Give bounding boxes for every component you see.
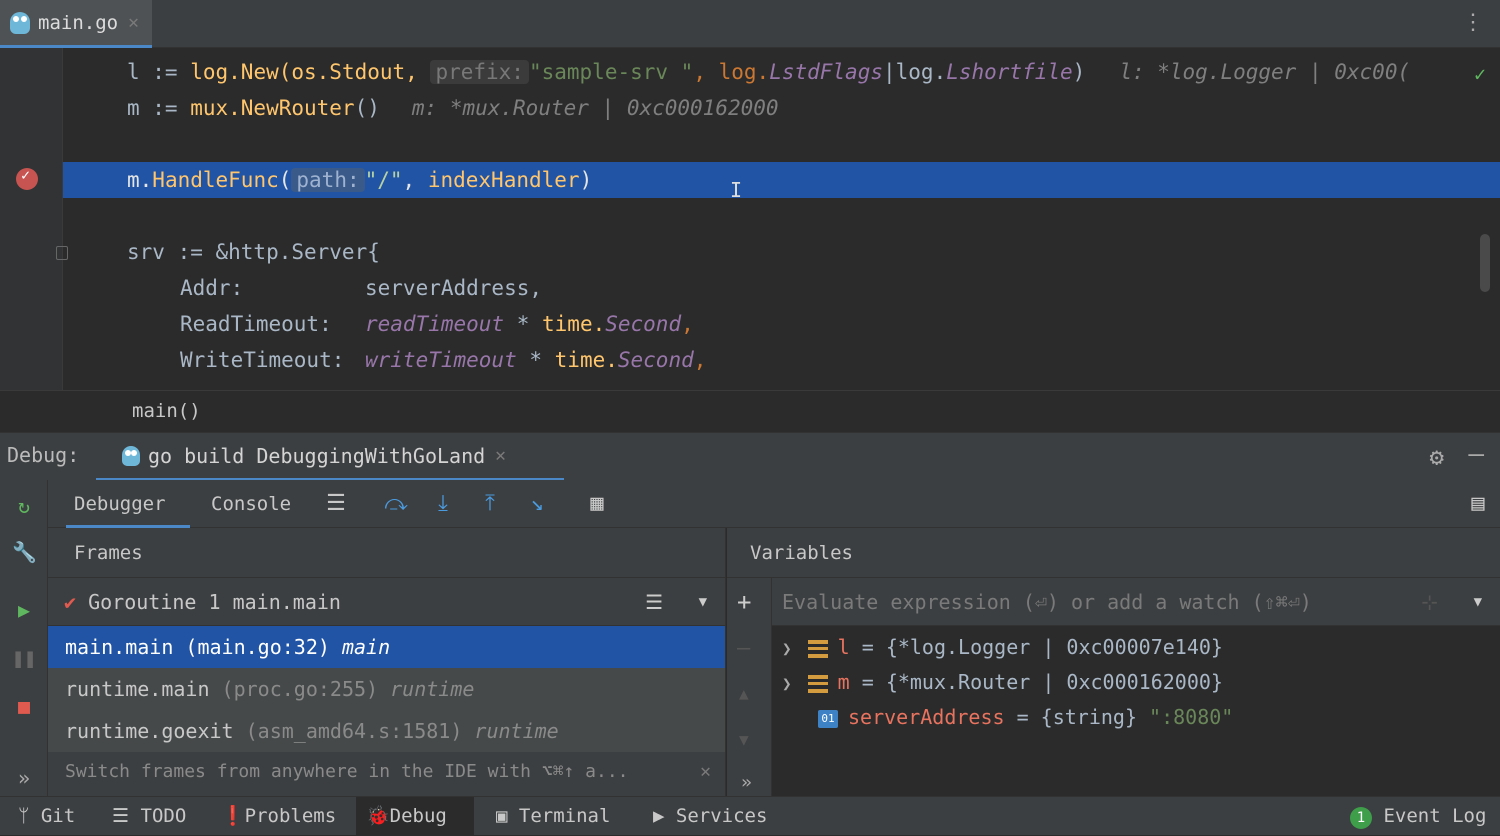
debug-toolwindow-header: Debug: go build DebuggingWithGoLand ✕ ⚙ … [0, 432, 1500, 481]
variable-row[interactable]: 01 serverAddress = {string} ":8080" [818, 700, 1233, 735]
chevron-right-icon[interactable]: ❯ [782, 639, 792, 658]
problems-button[interactable]: ❗Problems [211, 797, 346, 836]
evaluate-expression-input[interactable]: Evaluate expression (⏎) or add a watch (… [772, 578, 1500, 626]
services-icon: ▶ [653, 805, 665, 827]
frame-row[interactable]: runtime.main (proc.go:255) runtime [48, 668, 725, 710]
todo-button[interactable]: ☰ TODO [102, 797, 196, 836]
step-out-icon[interactable]: ⤒ [478, 492, 502, 516]
chevron-right-icon[interactable]: ❯ [782, 674, 792, 693]
layout-icon[interactable]: ▤ [1466, 492, 1490, 516]
go-run-icon [122, 445, 140, 466]
variables-title: Variables [727, 528, 1500, 578]
close-icon[interactable]: ✕ [700, 752, 711, 792]
code-line-1: l := log.New(os.Stdout, prefix: "sample-s… [127, 60, 1411, 84]
terminal-button[interactable]: ▣ Terminal [486, 797, 620, 836]
breadcrumb[interactable]: main() [0, 390, 1500, 432]
rerun-icon[interactable]: ↻ [12, 494, 36, 518]
string-icon: 01 [818, 709, 838, 728]
event-count-badge: 1 [1350, 807, 1372, 829]
debug-actions-strip: ↻ 🔧 ▶ ❚❚ ■ » [0, 480, 48, 796]
terminal-icon: ▣ [496, 805, 508, 827]
editor-gutter[interactable] [0, 48, 63, 390]
variable-row[interactable]: ❯ l = {*log.Logger | 0xc00007e140} [782, 630, 1223, 665]
frames-tip: Switch frames from anywhere in the IDE w… [48, 752, 725, 792]
editor-tab-bar: main.go ✕ ⋮ [0, 0, 1500, 48]
tab-label: main.go [38, 11, 119, 34]
code-editor[interactable]: ✓ l := log.New(os.Stdout, prefix:"sample… [0, 48, 1500, 390]
frame-row[interactable]: main.main (main.go:32) main [48, 626, 725, 668]
chevron-down-icon[interactable]: ▼ [699, 578, 707, 626]
debug-button[interactable]: 🐞Debug [356, 797, 474, 836]
fold-icon[interactable] [56, 246, 68, 260]
list-icon: ☰ [112, 805, 130, 827]
add-watch-icon[interactable]: ⊹ [1421, 578, 1438, 626]
go-file-icon [10, 11, 30, 34]
frames-title: Frames [48, 528, 725, 578]
inline-value-hint: l: *log.Logger | 0xc00( [1119, 60, 1411, 84]
editor-scrollbar[interactable] [1480, 234, 1490, 292]
git-button[interactable]: ᛘ Git [8, 797, 85, 836]
move-down-icon[interactable]: ▼ [739, 730, 749, 749]
wrench-icon[interactable]: 🔧 [12, 540, 37, 564]
breakpoint-icon[interactable] [16, 166, 38, 190]
variable-row[interactable]: ❯ m = {*mux.Router | 0xc000162000} [782, 665, 1223, 700]
tab-console[interactable]: Console [203, 480, 299, 528]
gear-icon[interactable]: ⚙ [1430, 443, 1444, 471]
minimize-icon[interactable]: — [1468, 439, 1484, 469]
menu-icon[interactable]: ☰ [324, 492, 348, 516]
goroutine-selector[interactable]: ✔ Goroutine 1 main.main ☰ ▼ [48, 578, 725, 626]
param-hint: path: [291, 168, 365, 192]
move-up-icon[interactable]: ▲ [739, 684, 749, 703]
add-icon[interactable]: + [737, 588, 751, 616]
services-button[interactable]: ▶ Services [643, 797, 777, 836]
bug-icon: 🐞 [366, 805, 390, 827]
check-icon: ✔ [64, 590, 77, 614]
event-log-button[interactable]: 1 Event Log [1340, 797, 1496, 836]
struct-icon [807, 674, 828, 693]
code-line-4: srv := &http.Server{ [127, 240, 380, 264]
list-icon[interactable]: ☰ [645, 578, 663, 626]
more-actions-icon[interactable]: » [741, 772, 752, 793]
warning-icon: ❗ [221, 805, 245, 827]
variables-panel: Variables + — ▲ ▼ » Evaluate expression … [727, 528, 1500, 796]
step-over-icon[interactable]: ⤼ [384, 492, 408, 516]
stop-icon[interactable]: ■ [12, 694, 36, 718]
chevron-down-icon[interactable]: ▼ [1474, 578, 1482, 626]
code-line-2: m := mux.NewRouter() m: *mux.Router | 0xc… [127, 96, 779, 120]
debugger-toolbar: Debugger Console ☰ ⤼ ⤓ ⤒ ↘ ▦ ▤ [48, 480, 1500, 528]
close-icon[interactable]: ✕ [495, 445, 506, 466]
check-icon: ✓ [1473, 62, 1486, 86]
frame-row[interactable]: runtime.goexit (asm_amd64.s:1581) runtim… [48, 710, 725, 752]
variables-actions: + — ▲ ▼ » [727, 578, 772, 796]
struct-icon [807, 639, 828, 658]
code-line-5: Addr: serverAddress, [180, 276, 543, 300]
tab-main-go[interactable]: main.go ✕ [0, 0, 152, 48]
more-options-icon[interactable]: ⋮ [1462, 12, 1484, 34]
more-actions-icon[interactable]: » [12, 766, 36, 790]
debug-label: Debug: [7, 443, 80, 467]
goroutine-label: Goroutine 1 main.main [88, 590, 341, 614]
frames-panel: Frames ✔ Goroutine 1 main.main ☰ ▼ main.… [48, 528, 726, 796]
remove-icon[interactable]: — [737, 636, 750, 661]
run-to-cursor-icon[interactable]: ↘ [525, 492, 549, 516]
inline-value-hint: m: *mux.Router | 0xc000162000 [411, 96, 779, 120]
close-icon[interactable]: ✕ [128, 12, 139, 33]
git-branch-icon: ᛘ [18, 805, 30, 827]
tool-window-bar: ᛘ Git ☰ TODO ❗Problems 🐞Debug ▣ Terminal… [0, 796, 1500, 836]
step-into-icon[interactable]: ⤓ [431, 492, 455, 516]
debug-session-label: go build DebuggingWithGoLand [148, 443, 486, 468]
pause-icon[interactable]: ❚❚ [12, 646, 36, 670]
resume-icon[interactable]: ▶ [12, 598, 36, 622]
code-line-7: WriteTimeout: writeTimeout * time.Second, [180, 348, 707, 372]
evaluate-icon[interactable]: ▦ [585, 492, 609, 516]
text-cursor-icon: I [730, 178, 742, 202]
tab-debugger[interactable]: Debugger [66, 480, 190, 528]
code-line-6: ReadTimeout: readTimeout * time.Second, [180, 312, 694, 336]
param-hint: prefix: [430, 60, 529, 84]
debug-session-tab[interactable]: go build DebuggingWithGoLand ✕ [96, 433, 564, 481]
code-line-current: m.HandleFunc(path: "/", indexHandler) [127, 168, 593, 192]
